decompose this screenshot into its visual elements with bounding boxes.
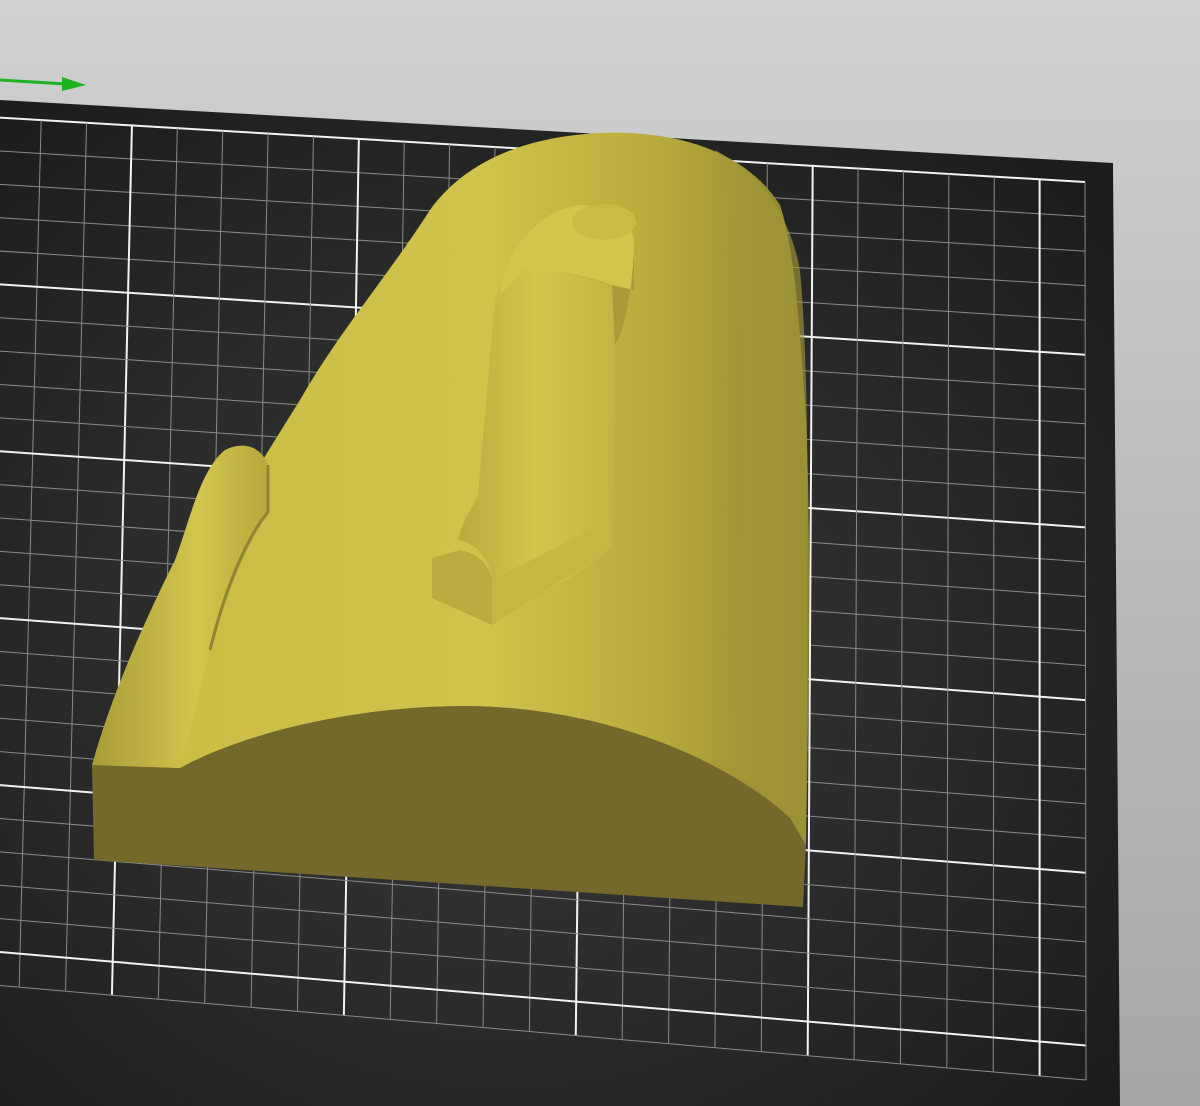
viewport-svg[interactable]	[0, 0, 1200, 1106]
3d-viewport-canvas[interactable]	[0, 0, 1200, 1106]
